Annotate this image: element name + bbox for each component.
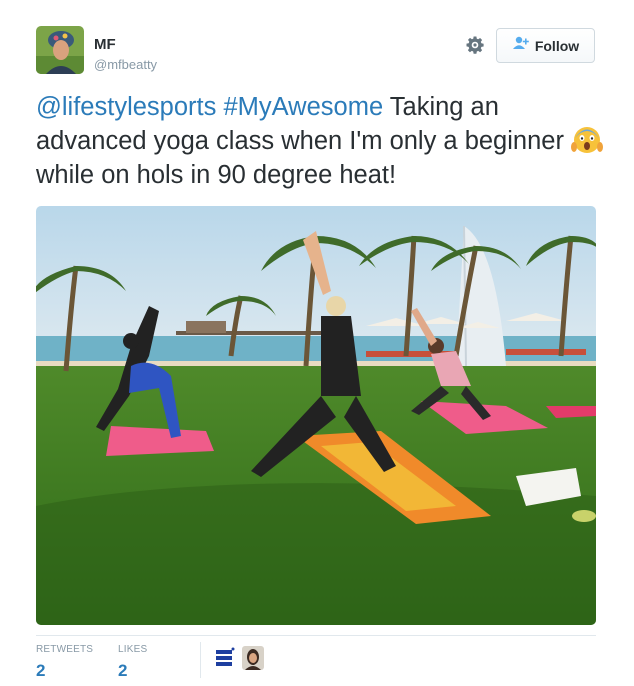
follow-button[interactable]: Follow <box>496 28 595 63</box>
likes-stat[interactable]: LIKES 2 <box>118 644 147 681</box>
follow-button-label: Follow <box>534 37 580 54</box>
stats-separator <box>200 642 201 678</box>
liker-avatar-lifestylesports[interactable] <box>214 646 236 670</box>
liker-avatar-mfbeatty[interactable] <box>242 646 264 670</box>
tweet-photo[interactable] <box>36 206 596 625</box>
screaming-face-emoji-icon <box>571 125 604 155</box>
author-handle[interactable]: @mfbeatty <box>94 57 157 72</box>
retweets-label: RETWEETS <box>36 644 94 655</box>
likes-label: LIKES <box>118 644 148 655</box>
retweets-stat[interactable]: RETWEETS 2 <box>36 644 93 681</box>
tweet-text: @lifestylesports #MyAwesome Taking an ad… <box>36 90 606 192</box>
retweets-count[interactable]: 2 <box>36 661 93 681</box>
likers-avatars <box>214 646 264 672</box>
add-user-icon <box>512 36 530 55</box>
tweet-text-part2: while on hols in 90 degree heat! <box>36 161 397 189</box>
author-avatar[interactable] <box>36 26 84 74</box>
tweet-header: MF @mfbeatty Follow <box>36 26 596 76</box>
hashtag-link[interactable]: #MyAwesome <box>223 93 383 121</box>
gear-icon[interactable] <box>466 36 484 54</box>
stats-divider <box>36 635 596 636</box>
author-name[interactable]: MF <box>94 36 116 53</box>
mention-link[interactable]: @lifestylesports <box>36 93 216 121</box>
likes-count[interactable]: 2 <box>118 661 147 681</box>
